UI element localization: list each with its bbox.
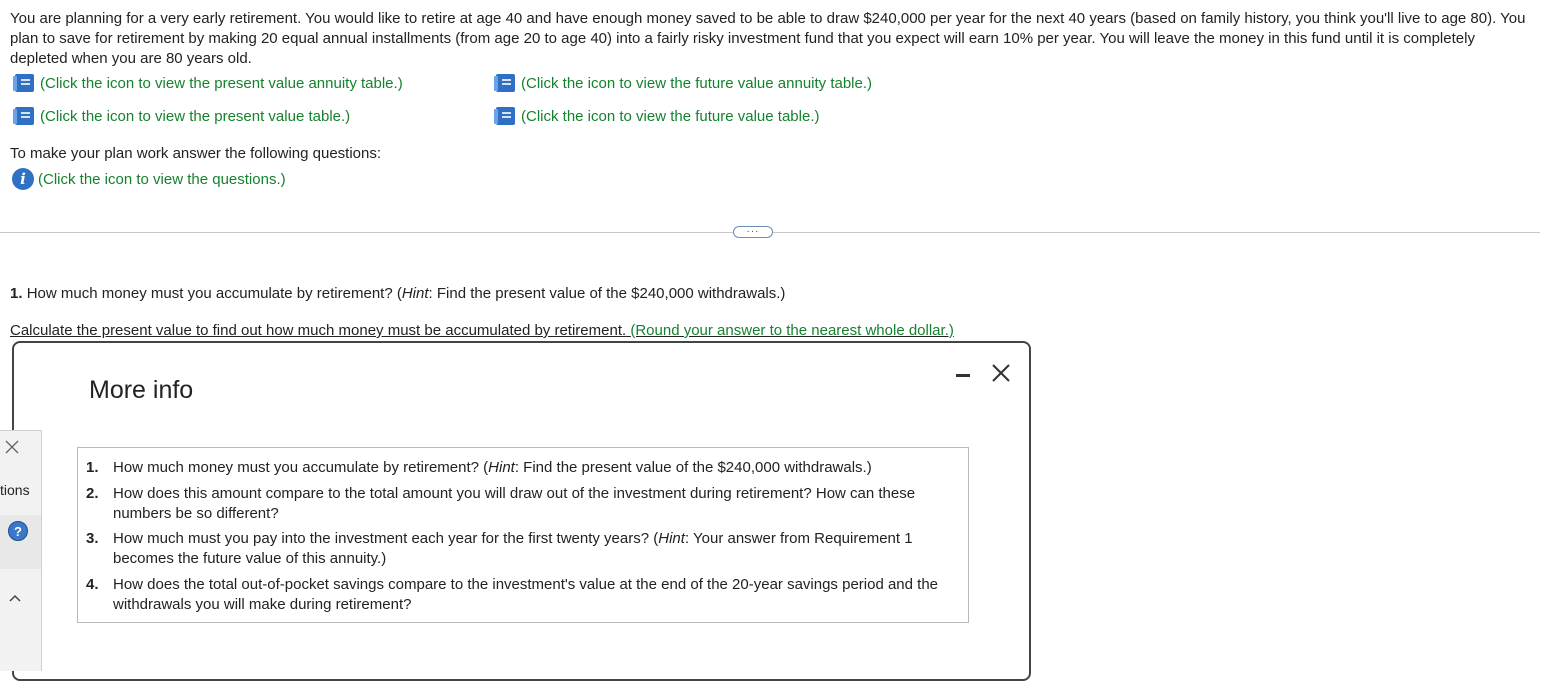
question-text: How much money must you accumulate by re…: [113, 459, 872, 476]
pv-table-link[interactable]: (Click the icon to view the present valu…: [12, 106, 350, 126]
round-note: (Round your answer to the nearest whole …: [630, 322, 954, 339]
question-item: 3. How much must you pay into the invest…: [86, 529, 946, 569]
questions-box: 1. How much money must you accumulate by…: [77, 447, 969, 623]
question-number: 4.: [86, 576, 99, 593]
question-number: 1.: [86, 459, 99, 476]
side-label[interactable]: tions: [0, 482, 30, 498]
close-icon[interactable]: [4, 439, 20, 455]
book-icon[interactable]: [12, 106, 36, 126]
question-1: 1. How much money must you accumulate by…: [10, 285, 785, 302]
question-number: 3.: [86, 530, 99, 547]
question-1-text-after: : Find the present value of the $240,000…: [428, 285, 786, 302]
problem-statement: You are planning for a very early retire…: [10, 10, 1526, 67]
question-item: 4. How does the total out-of-pocket savi…: [86, 575, 946, 615]
fv-table-link-text[interactable]: (Click the icon to view the future value…: [521, 108, 819, 125]
expand-handle[interactable]: ···: [733, 226, 773, 238]
question-item: 2. How does this amount compare to the t…: [86, 484, 946, 524]
fv-table-link[interactable]: (Click the icon to view the future value…: [493, 106, 819, 126]
instructions: To make your plan work answer the follow…: [10, 145, 382, 162]
calc-text: Calculate the present value to find out …: [10, 322, 627, 339]
questions-link[interactable]: i (Click the icon to view the questions.…: [12, 168, 286, 190]
info-icon[interactable]: i: [12, 168, 34, 190]
side-panel: tions ?: [0, 430, 42, 671]
book-icon[interactable]: [12, 73, 36, 93]
help-icon[interactable]: ?: [8, 521, 28, 541]
pv-annuity-link-text[interactable]: (Click the icon to view the present valu…: [40, 75, 403, 92]
question-text: How does this amount compare to the tota…: [113, 485, 916, 522]
book-icon[interactable]: [493, 106, 517, 126]
fv-annuity-link[interactable]: (Click the icon to view the future value…: [493, 73, 872, 93]
book-icon[interactable]: [493, 73, 517, 93]
close-icon[interactable]: [989, 361, 1013, 385]
pv-table-link-text[interactable]: (Click the icon to view the present valu…: [40, 108, 350, 125]
calc-instruction: Calculate the present value to find out …: [10, 322, 954, 339]
more-info-modal: More info 1. How much money must you acc…: [12, 341, 1031, 681]
question-number: 2.: [86, 485, 99, 502]
question-1-number: 1.: [10, 285, 23, 302]
question-text: How much must you pay into the investmen…: [113, 530, 913, 567]
help-button[interactable]: ?: [0, 515, 41, 569]
fv-annuity-link-text[interactable]: (Click the icon to view the future value…: [521, 75, 872, 92]
question-item: 1. How much money must you accumulate by…: [86, 458, 946, 478]
question-1-text: How much money must you accumulate by re…: [26, 285, 402, 302]
pv-annuity-link[interactable]: (Click the icon to view the present valu…: [12, 73, 403, 93]
modal-title: More info: [89, 376, 194, 404]
questions-link-text[interactable]: (Click the icon to view the questions.): [38, 171, 286, 188]
minimize-icon[interactable]: [956, 374, 970, 377]
chevron-up-icon[interactable]: [8, 593, 22, 603]
question-text: How does the total out-of-pocket savings…: [113, 576, 939, 613]
question-1-hint: Hint: [401, 285, 429, 302]
